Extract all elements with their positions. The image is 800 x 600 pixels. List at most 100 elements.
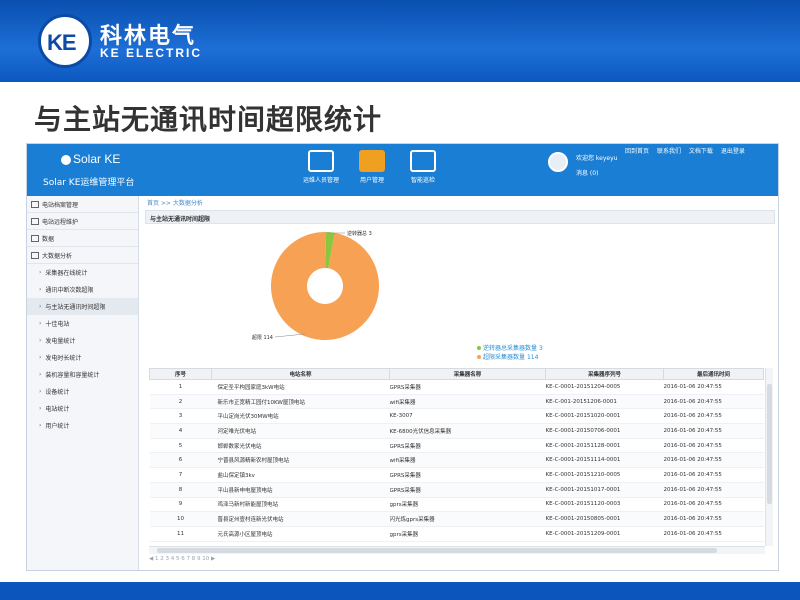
table-row[interactable]: 9 鸡泽马新村新能屋顶电站 gprs采集器 KE-C-0001-20151120-00… — [149, 497, 764, 513]
scroll-thumb[interactable] — [767, 384, 772, 504]
table-cell: 盐山保定镇3kv — [211, 467, 390, 483]
table-cell: 2 — [149, 394, 212, 410]
table-cell: 2016-01-06 20:47:55 — [663, 511, 764, 527]
slice-label: 超限 114 — [252, 334, 273, 341]
table-cell: gprs采集器 — [389, 497, 546, 513]
table-cell: 10 — [149, 511, 212, 527]
vertical-scrollbar[interactable] — [765, 368, 773, 546]
slide-footer-bar — [0, 582, 800, 600]
data-icon — [31, 234, 39, 242]
table-cell: GPRS采集器 — [389, 467, 546, 483]
table-cell: 平山县新申电屋顶电站 — [211, 482, 390, 498]
table-cell: 2016-01-06 20:47:55 — [663, 438, 764, 454]
table-cell: 1 — [149, 379, 212, 395]
table-cell: GPRS采集器 — [389, 379, 546, 395]
table-cell: KE-C-0001-20151020-0001 — [545, 408, 664, 425]
column-header[interactable]: 采集器名称 — [389, 368, 546, 380]
table-cell: gprs采集器 — [389, 526, 546, 542]
sidebar: 电站档案管理 电站远程维护 数据 大数据分析 采集器在线统计 通讯中断次数超限 … — [27, 196, 139, 570]
table-row[interactable]: 6 宁晋县风源精新农村屋顶电站 wifi采集器 KE-C-0001-20151114-… — [149, 452, 764, 469]
app-subtitle: Solar KE运维管理平台 — [43, 178, 135, 188]
app-window: Solar KE Solar KE运维管理平台 运维人员管理 用户管理 智能巡检… — [26, 143, 779, 571]
slide-banner: KE 科林电气 KE ELECTRIC — [0, 0, 800, 82]
pagination[interactable]: ◀ 1 2 3 4 5 6 7 8 9 10 ▶ — [149, 556, 215, 562]
chart-icon — [31, 251, 39, 259]
app-header: Solar KE Solar KE运维管理平台 运维人员管理 用户管理 智能巡检… — [27, 144, 778, 196]
download-link[interactable]: 文档下载 — [689, 148, 713, 155]
table-row[interactable]: 2 新乐市正宽精工园付10KW屋顶电站 wifi采集器 KE-C-001-201512… — [149, 394, 764, 410]
table-cell: KE-C-0001-20151120-0003 — [545, 497, 664, 513]
data-table: 序号 电站名称 采集器名称 采集器序列号 最后通讯时间 1 保定圣平构园家庭3kW电站 GP… — [149, 368, 764, 542]
table-cell: 2016-01-06 20:47:55 — [663, 423, 764, 439]
table-cell: 11 — [149, 526, 212, 542]
nav-ops-staff[interactable]: 运维人员管理 — [301, 150, 341, 194]
nav-user-management[interactable]: 用户管理 — [352, 150, 392, 194]
sidebar-sub-gen-hours[interactable]: 发电时长统计 — [27, 349, 138, 366]
messages-link[interactable]: 消息 (0) — [576, 168, 598, 177]
sidebar-sub-top10[interactable]: 十佳电站 — [27, 315, 138, 332]
sidebar-sub-generation[interactable]: 发电量统计 — [27, 332, 138, 349]
avatar[interactable] — [548, 152, 568, 172]
table-cell: KE-3007 — [389, 408, 546, 425]
table-cell: 邯郸数家光伏电站 — [211, 438, 390, 454]
table-cell: 2016-01-06 20:47:55 — [663, 497, 764, 513]
scroll-thumb-h[interactable] — [157, 548, 717, 553]
nav-smart-inspection[interactable]: 智能巡检 — [403, 150, 443, 194]
table-cell: 宁晋县风源精新农村屋顶电站 — [211, 452, 390, 469]
sidebar-sub-capacity[interactable]: 装机容量和容量统计 — [27, 366, 138, 383]
sidebar-item-big-data[interactable]: 大数据分析 — [27, 247, 138, 264]
table-row[interactable]: 8 平山县新申电屋顶电站 GPRS采集器 KE-C-0001-20151017-000… — [149, 482, 764, 498]
table-row[interactable]: 4 河定唯光伏电站 KE-6800光伏信息采集器 KE-C-0001-20150706… — [149, 423, 764, 439]
table-cell: KE-C-0001-20150706-0001 — [545, 423, 664, 439]
table-cell: 2016-01-06 20:47:55 — [663, 379, 764, 395]
user-icon — [359, 150, 385, 172]
table-cell: 晋县定州壹村连新光伏电站 — [211, 511, 390, 527]
column-header[interactable]: 电站名称 — [211, 368, 390, 380]
breadcrumb[interactable]: 首页 >> 大数据分析 — [147, 198, 203, 207]
sidebar-item-data[interactable]: 数据 — [27, 230, 138, 247]
table-row[interactable]: 10 晋县定州壹村连新光伏电站 闪光炼gprs采集器 KE-C-0001-201508… — [149, 511, 764, 527]
column-header[interactable]: 采集器序列号 — [545, 368, 664, 380]
label-leader-line — [274, 333, 306, 338]
table-row[interactable]: 1 保定圣平构园家庭3kW电站 GPRS采集器 KE-C-0001-20151204-… — [149, 379, 764, 395]
table-cell: 6 — [149, 452, 212, 469]
pie-slice[interactable] — [270, 232, 379, 340]
donut-chart: 逆转器总 3 超限 114 — [252, 230, 379, 341]
table-cell: 2016-01-06 20:47:55 — [663, 482, 764, 498]
sidebar-item-station-archive[interactable]: 电站档案管理 — [27, 196, 138, 213]
sidebar-sub-user[interactable]: 用户统计 — [27, 417, 138, 434]
table-cell: 闪光炼gprs采集器 — [389, 511, 546, 527]
table-row[interactable]: 7 盐山保定镇3kv GPRS采集器 KE-C-0001-20151210-0005 2… — [149, 467, 764, 483]
contact-link[interactable]: 联系我们 — [657, 148, 681, 155]
column-header[interactable]: 序号 — [149, 368, 212, 380]
table-row[interactable]: 3 平山定岗光伏30MW电站 KE-3007 KE-C-0001-20151020-0… — [149, 408, 764, 425]
table-cell: KE-C-0001-20150805-0001 — [545, 511, 664, 527]
app-logo[interactable]: Solar KE — [61, 152, 120, 166]
column-header[interactable]: 最后通讯时间 — [663, 368, 764, 380]
home-link[interactable]: 回到首页 — [625, 148, 649, 155]
sidebar-sub-device[interactable]: 设备统计 — [27, 383, 138, 400]
table-cell: 2016-01-06 20:47:55 — [663, 467, 764, 483]
sidebar-item-remote-maintenance[interactable]: 电站远程维护 — [27, 213, 138, 230]
horizontal-scrollbar[interactable] — [149, 546, 765, 554]
table-cell: KE-C-0001-20151210-0005 — [545, 467, 664, 483]
table-cell: KE-C-001-20151206-0001 — [545, 394, 664, 410]
table-cell: 保定圣平构园家庭3kW电站 — [211, 379, 390, 395]
sidebar-sub-collector-online[interactable]: 采集器在线统计 — [27, 264, 138, 281]
table-cell: KE-C-0001-20151114-0001 — [545, 452, 664, 469]
legend-item-total[interactable]: 逆转器总采集器数量 3 — [477, 344, 543, 353]
table-cell: 2016-01-06 20:47:55 — [663, 408, 764, 425]
logout-link[interactable]: 退出登录 — [721, 148, 745, 155]
brand-name-en: KE ELECTRIC — [100, 46, 203, 60]
table-cell: 7 — [149, 467, 212, 483]
table-row[interactable]: 11 元氏高源小区屋顶电站 gprs采集器 KE-C-0001-20151209-00… — [149, 526, 764, 542]
sidebar-sub-no-comm-timeout[interactable]: 与主站无通讯时间超限 — [27, 298, 138, 315]
sidebar-sub-comm-interrupt[interactable]: 通讯中断次数超限 — [27, 281, 138, 298]
legend-item-overdue[interactable]: 超限采集器数量 114 — [477, 353, 543, 362]
table-cell: 2016-01-06 20:47:55 — [663, 526, 764, 542]
table-row[interactable]: 5 邯郸数家光伏电站 GPRS采集器 KE-C-0001-20151128-0001 2… — [149, 438, 764, 454]
table-cell: KE-6800光伏信息采集器 — [389, 423, 546, 439]
sidebar-sub-station[interactable]: 电站统计 — [27, 400, 138, 417]
table-cell: 新乐市正宽精工园付10KW屋顶电站 — [211, 394, 390, 410]
table-cell: wifi采集器 — [389, 452, 546, 469]
